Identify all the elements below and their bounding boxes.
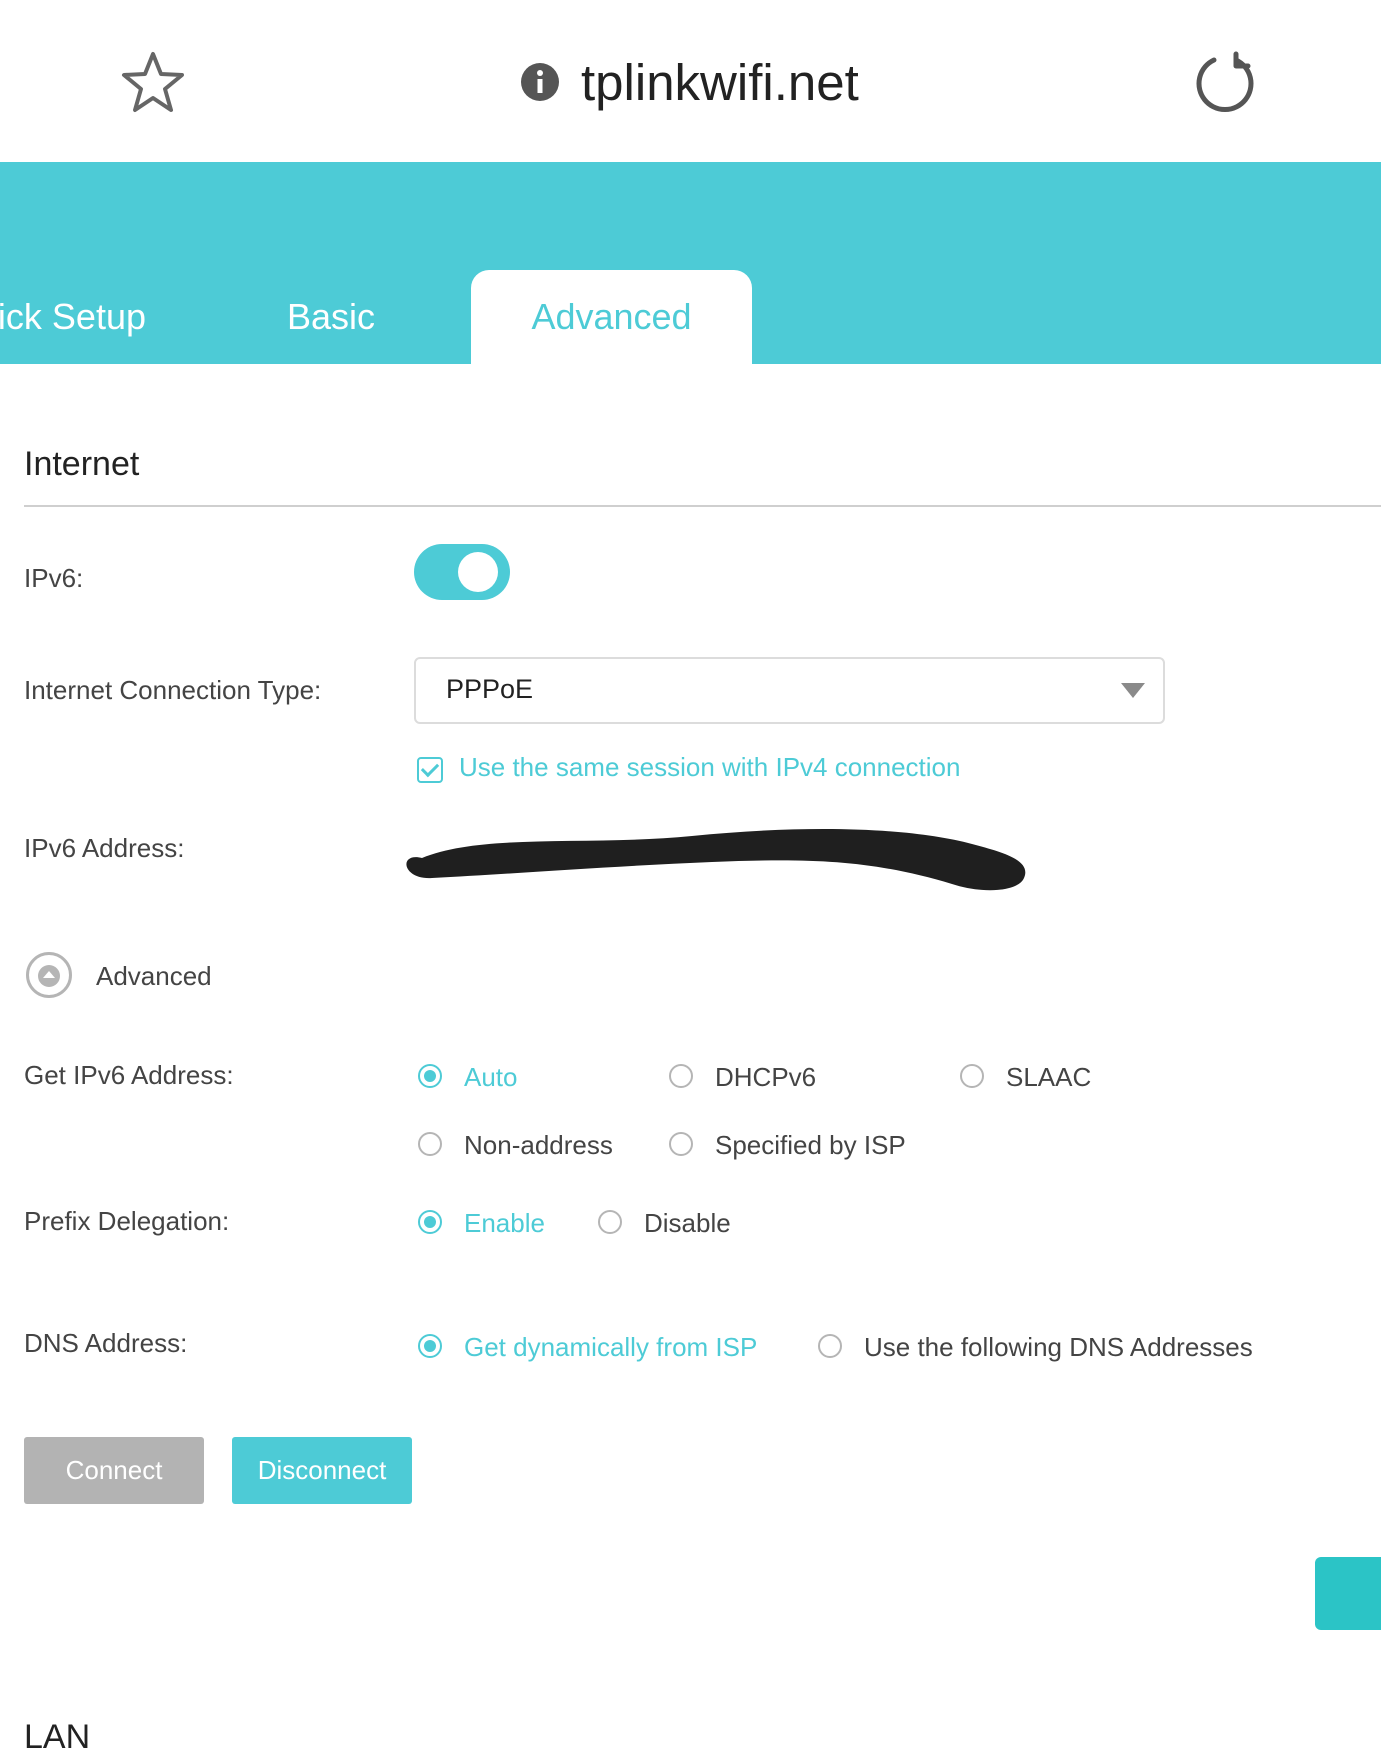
dns-address-label: DNS Address:: [24, 1328, 188, 1358]
advanced-toggle-label[interactable]: Advanced: [96, 961, 212, 992]
radio-auto[interactable]: [418, 1064, 442, 1088]
info-circle-icon[interactable]: [520, 62, 560, 102]
connect-button[interactable]: Connect: [24, 1437, 204, 1504]
dropdown-arrow-icon: [1121, 683, 1145, 698]
tab-quick-setup[interactable]: ick Setup: [0, 270, 200, 364]
redaction-scribble: [406, 829, 1026, 891]
option-dns-manual-label[interactable]: Use the following DNS Addresses: [864, 1332, 1253, 1363]
section-divider: [24, 505, 1381, 507]
option-dns-dynamic-label[interactable]: Get dynamically from ISP: [464, 1332, 757, 1363]
radio-non-address[interactable]: [418, 1132, 442, 1156]
option-disable-label[interactable]: Disable: [644, 1208, 731, 1239]
toggle-knob: [458, 552, 498, 592]
reload-icon[interactable]: [1192, 50, 1258, 116]
radio-slaac[interactable]: [960, 1064, 984, 1088]
ipv6-address-label: IPv6 Address:: [24, 833, 185, 863]
connection-type-label: Internet Connection Type:: [24, 675, 322, 705]
radio-specified-by-isp[interactable]: [669, 1132, 693, 1156]
prefix-delegation-label: Prefix Delegation:: [24, 1206, 230, 1236]
floating-side-button[interactable]: [1315, 1557, 1381, 1630]
same-session-label[interactable]: Use the same session with IPv4 connectio…: [459, 752, 960, 783]
radio-disable[interactable]: [598, 1210, 622, 1234]
star-outline-icon[interactable]: [120, 50, 186, 116]
option-dhcpv6-label[interactable]: DHCPv6: [715, 1062, 816, 1093]
radio-dns-dynamic[interactable]: [418, 1334, 442, 1358]
option-specified-by-isp-label[interactable]: Specified by ISP: [715, 1130, 906, 1161]
get-ipv6-label: Get IPv6 Address:: [24, 1060, 234, 1090]
section-title: Internet: [24, 445, 140, 483]
radio-dhcpv6[interactable]: [669, 1064, 693, 1088]
option-slaac-label[interactable]: SLAAC: [1006, 1062, 1091, 1093]
collapse-up-icon[interactable]: [26, 952, 72, 998]
same-session-checkbox[interactable]: [417, 757, 443, 783]
disconnect-button[interactable]: Disconnect: [232, 1437, 412, 1504]
option-auto-label[interactable]: Auto: [464, 1062, 518, 1093]
connection-type-value: PPPoE: [446, 674, 534, 704]
tab-basic[interactable]: Basic: [287, 270, 375, 364]
tab-advanced[interactable]: Advanced: [471, 270, 752, 364]
radio-enable[interactable]: [418, 1210, 442, 1234]
option-non-address-label[interactable]: Non-address: [464, 1130, 613, 1161]
ipv6-label: IPv6:: [24, 563, 84, 593]
lan-section-title: LAN: [24, 1718, 91, 1756]
option-enable-label[interactable]: Enable: [464, 1208, 545, 1239]
url-text[interactable]: tplinkwifi.net: [581, 52, 859, 114]
radio-dns-manual[interactable]: [818, 1334, 842, 1358]
